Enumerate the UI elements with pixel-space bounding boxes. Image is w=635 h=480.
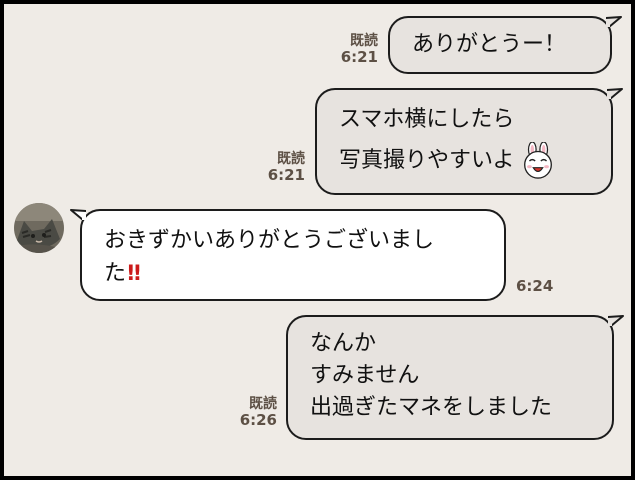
read-receipt: 既読 [277,151,305,167]
bubble-tail [70,209,86,221]
message-text-segment: 写真撮りやすいよ [339,148,515,173]
message-meta: 既読 6:26 [234,396,277,430]
bubble-tail [607,88,623,100]
message-meta: 6:24 [516,278,560,295]
bubble-tail [608,315,624,327]
message-bubble-sent[interactable]: スマホ横にしたら 写真撮りやすいよ [315,88,623,195]
message-meta: 既読 6:21 [262,151,305,185]
cat-avatar-icon[interactable] [14,203,64,253]
message-bubble-received[interactable]: おきずかいありがとうございまし た!! [70,209,506,301]
message-text-line: おきずかいありがとうございまし [104,228,435,253]
message-time: 6:26 [239,411,277,430]
double-exclamation-icon: !! [126,261,142,285]
message-text-line: 写真撮りやすいよ [339,142,611,180]
bunny-face-icon [523,142,552,179]
message-text-line: た!! [104,257,504,290]
message-time: 6:24 [516,277,554,295]
message-text-line: 出過ぎたマネをしました [310,395,553,420]
read-receipt: 既読 [249,396,277,412]
message-text-line: スマホ横にしたら [339,107,515,132]
message-bubble-sent[interactable]: なんか すみません 出過ぎたマネをしました [286,315,624,440]
message-text-line: ありがとうー！ [412,32,567,57]
message-text-line: なんか [310,331,377,356]
read-receipt: 既読 [350,33,378,49]
message-time: 6:21 [340,48,378,67]
message-meta: 既読 6:21 [338,33,378,67]
message-text-line: すみません [310,363,420,388]
message-bubble-sent[interactable]: ありがとうー！ [388,16,622,74]
message-time: 6:21 [267,166,305,185]
message-text-segment: た [104,261,127,286]
bubble-tail [606,16,622,28]
chat-area[interactable]: 既読 6:21 ありがとうー！ 既読 6:21 スマホ横にしたら 写真撮りやすい… [4,4,631,476]
